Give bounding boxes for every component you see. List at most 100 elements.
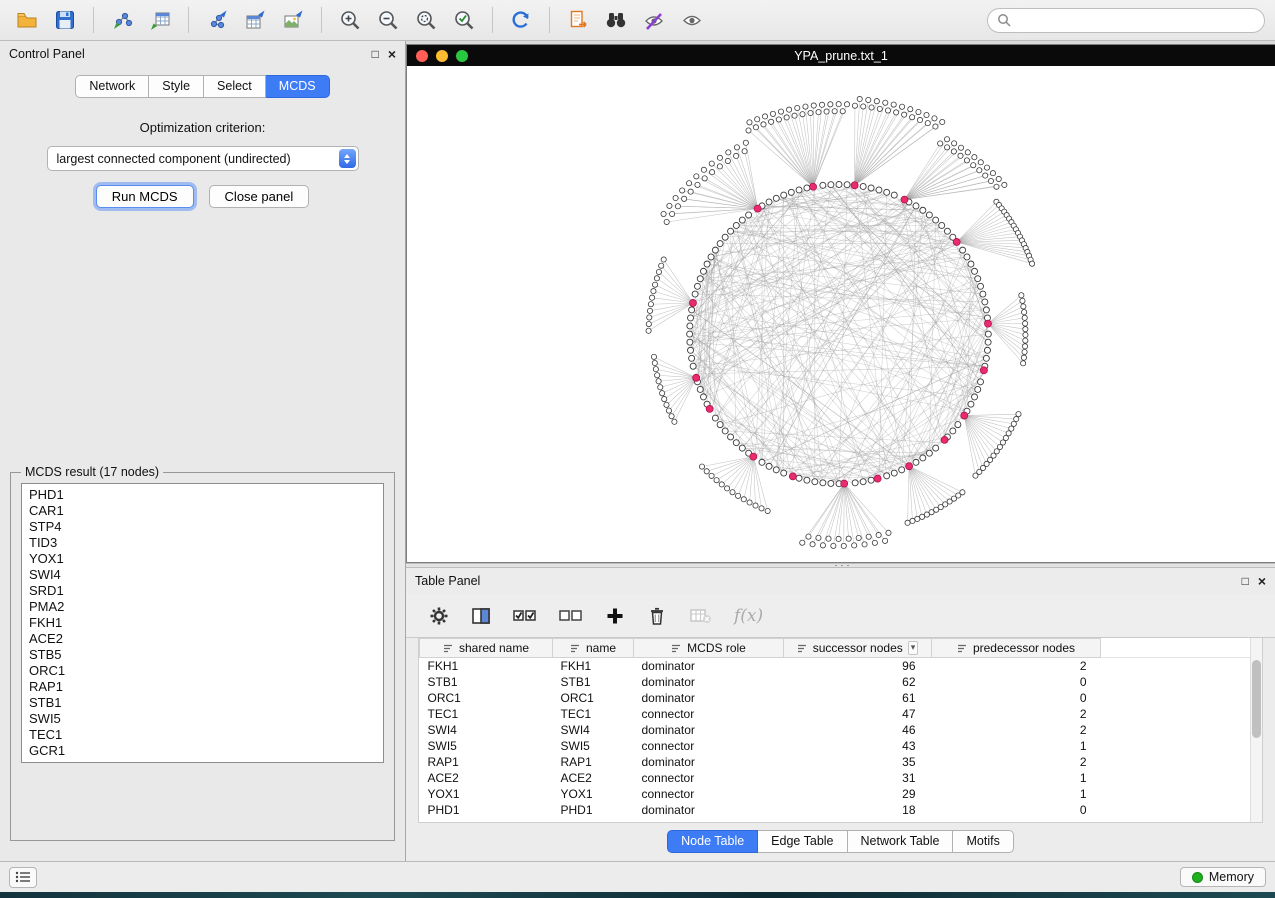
table-cell-filler — [1101, 706, 1252, 722]
clear-table-button-disabled — [688, 605, 714, 627]
table-cell: TEC1 — [420, 706, 553, 722]
search-input[interactable] — [1016, 13, 1255, 27]
mcds-result-item[interactable]: STB1 — [29, 695, 376, 711]
mcds-result-list[interactable]: PHD1CAR1STP4TID3YOX1SWI4SRD1PMA2FKH1ACE2… — [21, 483, 384, 763]
zoom-out-button[interactable] — [371, 4, 405, 36]
mcds-result-item[interactable]: STP4 — [29, 519, 376, 535]
zoom-fit-button[interactable] — [409, 4, 443, 36]
zoom-in-icon — [338, 8, 362, 32]
mcds-result-item[interactable]: SRD1 — [29, 583, 376, 599]
close-panel-button[interactable]: Close panel — [209, 185, 310, 208]
delete-column-button[interactable] — [646, 605, 668, 627]
column-header-mcds-role[interactable]: MCDS role — [634, 639, 784, 658]
memory-button[interactable]: Memory — [1180, 867, 1266, 887]
mcds-result-item[interactable]: CAR1 — [29, 503, 376, 519]
column-header-successor-nodes[interactable]: successor nodes ▾ — [784, 639, 932, 658]
tab-edge-table[interactable]: Edge Table — [758, 830, 847, 853]
table-panel-header: Table Panel □ × — [406, 568, 1275, 594]
mcds-result-item[interactable]: ACE2 — [29, 631, 376, 647]
export-network-icon — [205, 8, 229, 32]
create-column-button[interactable] — [604, 605, 626, 627]
export-table-button[interactable] — [238, 4, 272, 36]
mcds-result-item[interactable]: TEC1 — [29, 727, 376, 743]
criterion-dropdown[interactable]: largest connected component (undirected) — [47, 146, 359, 171]
mcds-result-item[interactable]: SWI4 — [29, 567, 376, 583]
table-settings-button[interactable] — [428, 605, 450, 627]
import-network-button[interactable] — [105, 4, 139, 36]
open-session-button[interactable] — [10, 4, 44, 36]
refresh-button[interactable] — [504, 4, 538, 36]
select-all-rows-button[interactable] — [512, 605, 538, 627]
table-row[interactable]: PHD1PHD1dominator180 — [420, 802, 1252, 818]
tab-node-table[interactable]: Node Table — [667, 830, 758, 853]
mcds-result-item[interactable]: FKH1 — [29, 615, 376, 631]
table-row[interactable]: FKH1FKH1dominator962 — [420, 658, 1252, 674]
toolbar-separator — [492, 7, 493, 33]
table-row[interactable]: SWI4SWI4dominator462 — [420, 722, 1252, 738]
share-session-button[interactable] — [561, 4, 595, 36]
table-scrollbar-thumb[interactable] — [1252, 660, 1261, 738]
network-canvas[interactable] — [407, 66, 1275, 562]
table-row[interactable]: SWI5SWI5connector431 — [420, 738, 1252, 754]
mcds-result-item[interactable]: ORC1 — [29, 663, 376, 679]
maximize-window-icon[interactable] — [456, 50, 468, 62]
tab-motifs[interactable]: Motifs — [953, 830, 1013, 853]
run-mcds-button[interactable]: Run MCDS — [96, 185, 194, 208]
close-table-panel-icon[interactable]: × — [1258, 575, 1266, 587]
table-cell: dominator — [634, 690, 784, 706]
tab-style[interactable]: Style — [149, 75, 204, 98]
show-columns-button[interactable] — [470, 605, 492, 627]
table-cell-filler — [1101, 658, 1252, 674]
zoom-selected-button[interactable] — [447, 4, 481, 36]
tab-network[interactable]: Network — [75, 75, 149, 98]
table-row[interactable]: ORC1ORC1dominator610 — [420, 690, 1252, 706]
float-table-panel-icon[interactable]: □ — [1242, 575, 1249, 587]
table-cell: YOX1 — [420, 786, 553, 802]
table-row[interactable]: STB1STB1dominator620 — [420, 674, 1252, 690]
node-table-container[interactable]: shared name name — [418, 638, 1263, 823]
mcds-result-item[interactable]: TID3 — [29, 535, 376, 551]
mcds-result-item[interactable]: PMA2 — [29, 599, 376, 615]
column-header-name[interactable]: name — [553, 639, 634, 658]
mcds-result-item[interactable]: RAP1 — [29, 679, 376, 695]
column-header-shared-name[interactable]: shared name — [420, 639, 553, 658]
import-table-button[interactable] — [143, 4, 177, 36]
mcds-result-item[interactable]: YOX1 — [29, 551, 376, 567]
save-session-button[interactable] — [48, 4, 82, 36]
mcds-result-item[interactable]: GCR1 — [29, 743, 376, 759]
tab-select[interactable]: Select — [204, 75, 266, 98]
table-cell: 2 — [932, 722, 1101, 738]
binoculars-icon — [603, 8, 629, 32]
mcds-result-item[interactable]: STB5 — [29, 647, 376, 663]
export-image-button[interactable] — [276, 4, 310, 36]
table-row[interactable]: ACE2ACE2connector311 — [420, 770, 1252, 786]
task-history-button[interactable] — [9, 867, 37, 888]
table-scrollbar[interactable] — [1250, 638, 1262, 822]
network-window-titlebar[interactable]: YPA_prune.txt_1 — [407, 45, 1275, 66]
workspace: YPA_prune.txt_1 Table Panel □ × — [406, 41, 1275, 861]
table-row[interactable]: RAP1RAP1dominator352 — [420, 754, 1252, 770]
mcds-result-item[interactable]: PHD1 — [29, 487, 376, 503]
hide-details-button[interactable] — [637, 4, 671, 36]
deselect-all-rows-button[interactable] — [558, 605, 584, 627]
float-panel-icon[interactable]: □ — [372, 48, 379, 60]
tab-network-table[interactable]: Network Table — [848, 830, 954, 853]
table-row[interactable]: TEC1TEC1connector472 — [420, 706, 1252, 722]
mcds-result-item[interactable]: SWI5 — [29, 711, 376, 727]
zoom-in-button[interactable] — [333, 4, 367, 36]
minimize-window-icon[interactable] — [436, 50, 448, 62]
toolbar-separator — [188, 7, 189, 33]
show-details-button[interactable] — [675, 4, 709, 36]
export-network-button[interactable] — [200, 4, 234, 36]
tab-mcds[interactable]: MCDS — [266, 75, 330, 98]
close-panel-icon[interactable]: × — [388, 48, 396, 60]
sort-direction-chevron-icon[interactable]: ▾ — [908, 641, 919, 655]
horizontal-splitter[interactable] — [406, 563, 1275, 568]
global-search-field[interactable] — [987, 8, 1265, 33]
table-cell: 0 — [932, 674, 1101, 690]
close-window-icon[interactable] — [416, 50, 428, 62]
table-row[interactable]: YOX1YOX1connector291 — [420, 786, 1252, 802]
table-panel: Table Panel □ × — [406, 568, 1275, 861]
search-network-button[interactable] — [599, 4, 633, 36]
column-header-predecessor-nodes[interactable]: predecessor nodes — [932, 639, 1101, 658]
